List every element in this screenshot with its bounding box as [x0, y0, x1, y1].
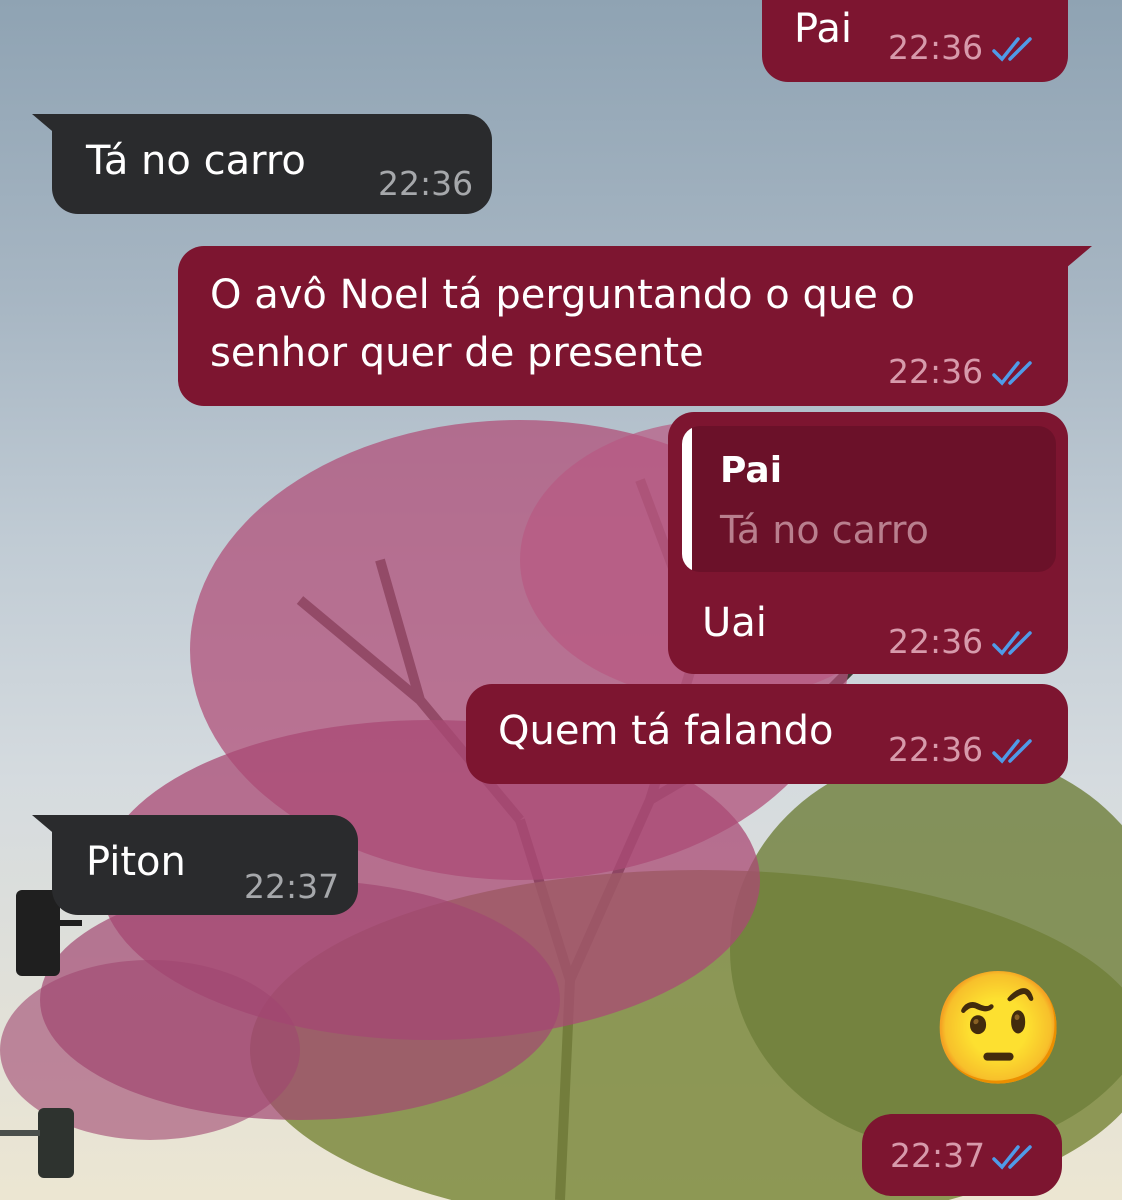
bubble-tail — [32, 815, 58, 837]
read-receipt-icon — [992, 739, 1032, 764]
message-text: Uai — [702, 600, 767, 646]
message-text-line: senhor quer de presente — [210, 330, 704, 376]
outgoing-reply-message[interactable]: Pai Tá no carro Uai 22:36 — [668, 412, 1068, 674]
bubble-tail — [32, 114, 58, 136]
quoted-text: Tá no carro — [720, 508, 929, 552]
outgoing-message[interactable]: Quem tá falando 22:36 — [466, 684, 1068, 784]
message-text-line: O avô Noel tá perguntando o que o — [210, 272, 915, 318]
raised-eyebrow-emoji-icon[interactable]: 🤨 — [930, 960, 1067, 1096]
message-text: Quem tá falando — [498, 708, 834, 754]
incoming-message[interactable]: Tá no carro 22:36 — [32, 114, 492, 214]
message-time: 22:36 — [888, 730, 984, 769]
quote-bar — [682, 426, 692, 572]
outgoing-message[interactable]: O avô Noel tá perguntando o que o senhor… — [178, 246, 1092, 406]
message-text: Piton — [86, 839, 186, 885]
message-time: 22:37 — [890, 1136, 986, 1175]
quoted-sender: Pai — [720, 450, 783, 491]
outgoing-message[interactable]: Pai 22:36 — [762, 0, 1068, 82]
read-receipt-icon — [992, 631, 1032, 656]
read-receipt-icon — [992, 361, 1032, 386]
message-time: 22:36 — [378, 164, 474, 203]
message-text: Pai — [794, 6, 852, 52]
message-time: 22:37 — [244, 867, 340, 906]
message-time: 22:36 — [888, 352, 984, 391]
message-text: Tá no carro — [86, 138, 306, 184]
quoted-message[interactable]: Pai Tá no carro — [682, 426, 1056, 572]
bubble-tail — [1066, 246, 1092, 268]
message-time: 22:36 — [888, 28, 984, 67]
message-time: 22:36 — [888, 622, 984, 661]
read-receipt-icon — [992, 1145, 1032, 1170]
incoming-message[interactable]: Piton 22:37 — [32, 815, 358, 915]
outgoing-message-time-pill[interactable]: 22:37 — [862, 1114, 1062, 1196]
read-receipt-icon — [992, 37, 1032, 62]
